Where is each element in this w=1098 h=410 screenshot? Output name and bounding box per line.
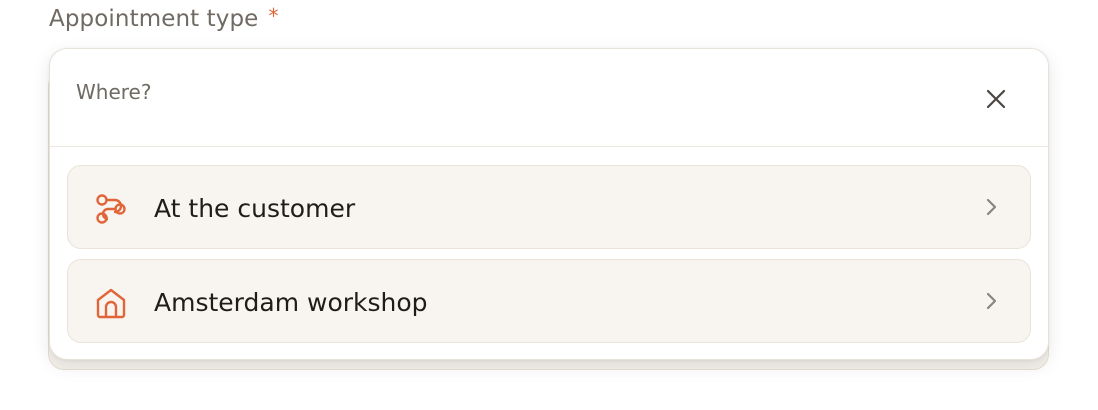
required-asterisk: * xyxy=(268,4,279,28)
route-icon xyxy=(96,194,126,224)
appointment-type-label: Appointment type * xyxy=(49,2,279,36)
location-picker-popup: Where? At the customer Amsterdam worksho… xyxy=(49,48,1049,360)
close-button[interactable] xyxy=(978,81,1014,117)
popup-header: Where? xyxy=(50,49,1048,147)
option-label: At the customer xyxy=(154,193,356,223)
option-amsterdam-workshop[interactable]: Amsterdam workshop xyxy=(67,259,1031,343)
home-icon xyxy=(96,288,126,319)
option-at-the-customer[interactable]: At the customer xyxy=(67,165,1031,249)
option-label: Amsterdam workshop xyxy=(154,287,428,317)
chevron-right-icon xyxy=(986,198,997,216)
chevron-right-icon xyxy=(986,292,997,310)
popup-title: Where? xyxy=(76,80,152,104)
appointment-type-label-text: Appointment type xyxy=(49,6,259,32)
close-icon xyxy=(986,89,1006,109)
